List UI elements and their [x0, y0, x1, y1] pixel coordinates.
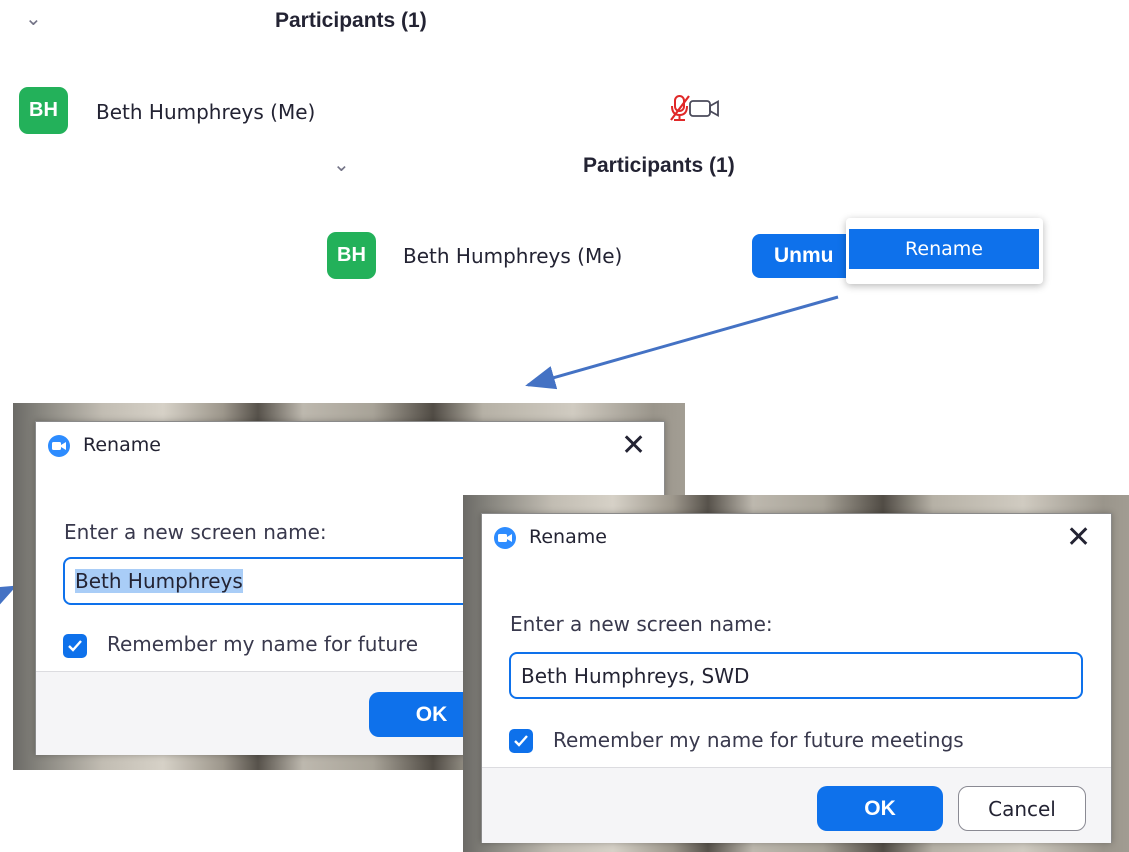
close-icon[interactable]: ✕: [1066, 523, 1091, 553]
screen-name-label: Enter a new screen name:: [510, 612, 773, 636]
rename-dialog: Rename ✕ Enter a new screen name: Beth H…: [481, 513, 1112, 843]
selected-text: Beth Humphreys: [75, 569, 243, 593]
zoom-logo-icon: [48, 435, 70, 457]
remember-name-checkbox[interactable]: [63, 634, 87, 658]
dialog-footer: OK Cancel: [482, 767, 1111, 843]
close-icon[interactable]: ✕: [621, 431, 646, 461]
remember-name-label: Remember my name for future meetings: [553, 728, 964, 752]
ok-button[interactable]: OK: [817, 786, 943, 831]
arrow-to-rename-dialog: [525, 295, 839, 390]
remember-name-checkbox[interactable]: [509, 729, 533, 753]
remember-name-label: Remember my name for future: [107, 632, 419, 656]
screen-name-label: Enter a new screen name:: [64, 520, 327, 544]
arrow-left-edge: [0, 585, 17, 610]
zoom-logo-icon: [494, 527, 516, 549]
cancel-button[interactable]: Cancel: [958, 786, 1086, 831]
screen-name-input[interactable]: Beth Humphreys, SWD: [509, 652, 1083, 699]
dialog-title: Rename: [83, 434, 161, 456]
dialog-title: Rename: [529, 526, 607, 548]
